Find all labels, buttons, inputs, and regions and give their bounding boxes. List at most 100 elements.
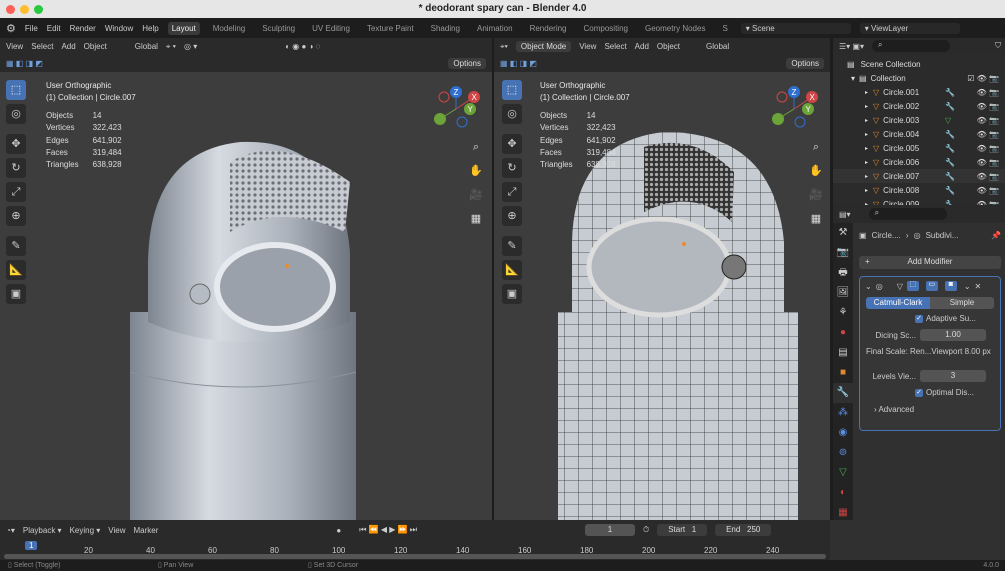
object-menu[interactable]: Object <box>84 42 107 51</box>
tab-uv-editing[interactable]: UV Editing <box>308 22 354 35</box>
add-menu[interactable]: Add <box>635 42 649 51</box>
visibility-icons[interactable]: 👁 📷 <box>977 116 999 125</box>
modifier-wrench-icon[interactable]: 🔧 <box>945 130 955 139</box>
move-tool-icon[interactable]: ✥ <box>502 134 522 154</box>
particles-tab-icon[interactable]: ⁂ <box>833 403 853 423</box>
proportional-edit-icon[interactable]: ◎ ▾ <box>184 42 197 51</box>
visibility-icons[interactable]: 👁 📷 <box>977 186 999 195</box>
gizmo-y[interactable]: Y <box>468 105 474 114</box>
display-mode-icon[interactable]: ☰▾ ▣▾ <box>839 42 864 51</box>
rotate-tool-icon[interactable]: ↻ <box>6 158 26 178</box>
current-frame-field[interactable]: 1 <box>584 524 635 536</box>
tab-sculpting[interactable]: Sculpting <box>258 22 299 35</box>
remove-modifier-icon[interactable]: ✕ <box>975 282 982 291</box>
world-tab-icon[interactable]: ● <box>833 323 853 343</box>
outliner-item[interactable]: ▸ ▽ Circle.005 🔧 👁 📷 <box>833 141 1005 155</box>
options-dropdown[interactable]: Options <box>448 58 486 69</box>
outliner-item[interactable]: ▸ ▽ Circle.006 🔧 👁 📷 <box>833 155 1005 169</box>
object-tab-icon[interactable]: ■ <box>833 363 853 383</box>
modifier-wrench-icon[interactable]: 🔧 <box>945 172 955 181</box>
simple-button[interactable]: Simple <box>930 297 994 309</box>
edit-mode-toggle-icon[interactable]: ▽ <box>897 282 903 291</box>
scene-tab-icon[interactable]: ⚘ <box>833 303 853 323</box>
gizmo-z[interactable]: Z <box>454 88 459 97</box>
levels-viewport-field[interactable]: 3 <box>920 370 986 382</box>
dicing-scale-field[interactable]: 1.00 <box>920 329 986 341</box>
tab-rendering[interactable]: Rendering <box>526 22 571 35</box>
adaptive-subdivision-checkbox[interactable]: ✓ Adaptive Su... <box>915 314 1000 323</box>
tab-compositing[interactable]: Compositing <box>580 22 632 35</box>
tool-tab-icon[interactable]: ⚒ <box>833 223 853 243</box>
modifier-wrench-icon[interactable]: 🔧 <box>945 186 955 195</box>
orientation-dropdown[interactable]: Global <box>135 42 158 51</box>
snap-icon[interactable]: ⌖ ▾ <box>166 42 176 52</box>
right-viewport[interactable]: ⌖▾ Object Mode View Select Add Object Gl… <box>494 38 830 520</box>
camera-icon[interactable]: 🎥 <box>807 186 825 204</box>
tab-layout[interactable]: Layout <box>167 21 200 35</box>
dropdown-icon[interactable]: ⌄ <box>964 282 971 291</box>
transform-tool-icon[interactable]: ⊕ <box>502 206 522 226</box>
left-3d-canvas[interactable]: ⬚ ◎ ✥ ↻ ⤢ ⊕ ✎ 📐 ▣ User Orthographic (1) … <box>0 72 492 520</box>
scene-collection-row[interactable]: ▤ Scene Collection <box>833 57 1005 71</box>
view-menu[interactable]: View <box>6 42 23 51</box>
view-menu[interactable]: View <box>579 42 596 51</box>
select-box-tool-icon[interactable]: ⬚ <box>6 80 26 100</box>
view-menu[interactable]: View <box>108 526 125 535</box>
zoom-icon[interactable]: ⌕ <box>807 138 825 156</box>
add-modifier-button[interactable]: + Add Modifier <box>859 256 1001 269</box>
visibility-icons[interactable]: 👁 📷 <box>977 144 999 153</box>
modifier-wrench-icon[interactable]: 🔧 <box>945 88 955 97</box>
object-menu[interactable]: Object <box>657 42 680 51</box>
playback-menu[interactable]: Playback ▾ <box>23 526 62 535</box>
view-layer-tab-icon[interactable]: 🖼 <box>833 283 853 303</box>
outliner-item[interactable]: ▸ ▽ Circle.008 🔧 👁 📷 <box>833 183 1005 197</box>
cursor-tool-icon[interactable]: ◎ <box>502 104 522 124</box>
add-cube-tool-icon[interactable]: ▣ <box>502 284 522 304</box>
visibility-icons[interactable]: 👁 📷 <box>977 88 999 97</box>
select-menu[interactable]: Select <box>31 42 53 51</box>
modifier-wrench-icon[interactable]: 🔧 <box>945 158 955 167</box>
visibility-icons[interactable]: 👁 📷 <box>977 172 999 181</box>
editor-type-icon[interactable]: ▤▾ <box>839 210 851 219</box>
transform-tool-icon[interactable]: ⊕ <box>6 206 26 226</box>
material-tab-icon[interactable]: ◐ <box>833 483 853 503</box>
data-tab-icon[interactable]: ▽ <box>833 463 853 483</box>
menu-render[interactable]: Render <box>70 24 96 33</box>
menu-help[interactable]: Help <box>142 24 158 33</box>
modifier-wrench-icon[interactable]: 🔧 <box>945 102 955 111</box>
camera-icon[interactable]: 🎥 <box>467 186 485 204</box>
outliner-item[interactable]: ▸ ▽ Circle.001 🔧 👁 📷 <box>833 85 1005 99</box>
clock-icon[interactable]: ◔▾ <box>6 526 15 535</box>
annotate-tool-icon[interactable]: ✎ <box>502 236 522 256</box>
gizmo-z[interactable]: Z <box>792 88 797 97</box>
advanced-subpanel[interactable]: › Advanced <box>874 405 1000 414</box>
outliner-item[interactable]: ▸ ▽ Circle.003 ▽ 👁 📷 <box>833 113 1005 127</box>
constraints-tab-icon[interactable]: ⊚ <box>833 443 853 463</box>
measure-tool-icon[interactable]: 📐 <box>502 260 522 280</box>
grid-icon[interactable]: ▦ <box>807 210 825 228</box>
measure-tool-icon[interactable]: 📐 <box>6 260 26 280</box>
gizmo-x[interactable]: X <box>810 93 816 102</box>
render-tab-icon[interactable]: 📷 <box>833 243 853 263</box>
outliner-item[interactable]: ▸ ▽ Circle.004 🔧 👁 📷 <box>833 127 1005 141</box>
outliner-search[interactable]: ⌕ <box>871 40 950 52</box>
orientation-dropdown[interactable]: Global <box>706 42 729 51</box>
optimal-display-checkbox[interactable]: ✓ Optimal Dis... <box>915 388 1000 397</box>
marker-menu[interactable]: Marker <box>134 526 159 535</box>
editor-type-icon[interactable]: ⌖▾ <box>500 42 508 52</box>
physics-tab-icon[interactable]: ◉ <box>833 423 853 443</box>
navigation-gizmo[interactable]: Z X Y <box>430 84 482 134</box>
minimize-window-button[interactable] <box>20 5 29 14</box>
mesh-data-icon[interactable]: ▽ <box>945 116 951 125</box>
cursor-tool-icon[interactable]: ◎ <box>6 104 26 124</box>
pan-hand-icon[interactable]: ✋ <box>467 162 485 180</box>
checkbox-icon[interactable]: ✓ <box>915 388 923 397</box>
left-viewport[interactable]: View Select Add Object Global ⌖ ▾ ◎ ▾ ◐ … <box>0 38 492 520</box>
keying-menu[interactable]: Keying ▾ <box>70 526 101 535</box>
menu-edit[interactable]: Edit <box>47 24 61 33</box>
add-cube-tool-icon[interactable]: ▣ <box>6 284 26 304</box>
rotate-tool-icon[interactable]: ↻ <box>502 158 522 178</box>
selection-mode-icons[interactable]: ▦ ◧ ◨ ◩ <box>6 59 43 68</box>
right-3d-canvas[interactable]: ⬚ ◎ ✥ ↻ ⤢ ⊕ ✎ 📐 ▣ User Orthographic (1) … <box>494 72 830 520</box>
pan-hand-icon[interactable]: ✋ <box>807 162 825 180</box>
